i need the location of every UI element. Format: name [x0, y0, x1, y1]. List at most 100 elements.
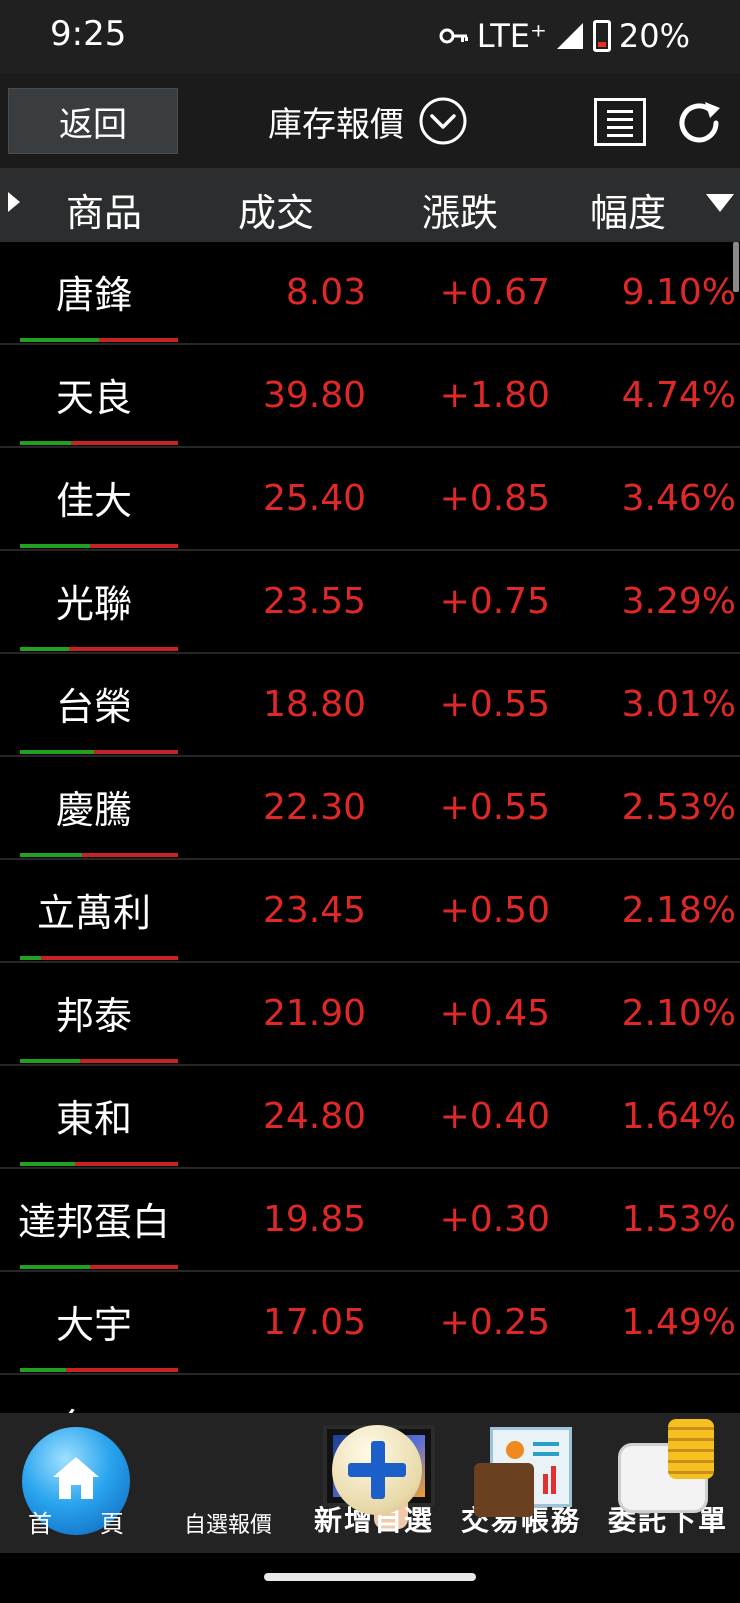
plus-icon[interactable]: [332, 1425, 422, 1515]
quote-row[interactable]: 台一: [0, 1375, 740, 1413]
bar-red-segment: [65, 1368, 178, 1372]
bar-red-segment: [99, 338, 178, 342]
percent-value: 1.64%: [621, 1096, 736, 1137]
percent-value: 4.74%: [621, 375, 736, 416]
bar-green-segment: [20, 647, 69, 651]
quote-row[interactable]: 慶騰 22.30 +0.55 2.53%: [0, 757, 740, 860]
column-header: 商品 成交 漲跌 幅度: [0, 168, 740, 242]
nav-home[interactable]: 首 頁: [0, 1413, 152, 1553]
bar-green-segment: [20, 544, 90, 548]
chevron-down-circle-icon: [419, 97, 467, 145]
col-name[interactable]: 商品: [66, 182, 142, 237]
battery-icon: [592, 20, 611, 52]
bar-green-segment: [20, 1368, 66, 1372]
signal-icon: [556, 23, 583, 49]
stock-name: 光聯: [55, 582, 132, 626]
stock-name: 邦泰: [55, 994, 132, 1038]
bar-green-segment: [20, 750, 95, 754]
quote-row[interactable]: 東和 24.80 +0.40 1.64%: [0, 1066, 740, 1169]
app-header: 返回 庫存報價: [0, 74, 740, 168]
quote-row[interactable]: 光聯 23.55 +0.75 3.29%: [0, 551, 740, 654]
col-percent[interactable]: 幅度: [590, 182, 666, 237]
price-value: 17.05: [262, 1302, 366, 1343]
status-time: 9:25: [50, 14, 127, 54]
bar-red-segment: [75, 1162, 178, 1166]
bid-ask-bar: [20, 956, 178, 960]
quote-row[interactable]: 立萬利 23.45 +0.50 2.18%: [0, 860, 740, 963]
percent-value: 3.46%: [621, 478, 736, 519]
quote-row[interactable]: 達邦蛋白 19.85 +0.30 1.53%: [0, 1169, 740, 1272]
col-change[interactable]: 漲跌: [422, 182, 498, 237]
gesture-area: [0, 1553, 740, 1603]
quote-list[interactable]: 唐鋒 8.03 +0.67 9.10% 天良 39.80 +1.80 4.74% 佳大 25.40…: [0, 242, 740, 1413]
bar-green-segment: [20, 338, 99, 342]
bid-ask-bar: [20, 1265, 178, 1269]
bar-green-segment: [20, 956, 41, 960]
percent-value: 9.10%: [621, 272, 736, 313]
back-button[interactable]: 返回: [8, 88, 178, 154]
percent-value: 1.49%: [621, 1302, 736, 1343]
stock-name: 天良: [55, 376, 132, 420]
stock-name: 達邦蛋白: [17, 1200, 170, 1244]
quote-row[interactable]: 台榮 18.80 +0.55 3.01%: [0, 654, 740, 757]
change-value: +0.75: [439, 581, 550, 622]
quote-row[interactable]: 邦泰 21.90 +0.45 2.10%: [0, 963, 740, 1066]
list-menu-icon[interactable]: [594, 98, 646, 146]
battery-percent: 20%: [618, 17, 690, 55]
col-price[interactable]: 成交: [238, 182, 314, 237]
percent-value: 2.18%: [621, 890, 736, 931]
bar-red-segment: [94, 750, 178, 754]
change-value: +0.85: [439, 478, 550, 519]
stock-name: 大宇: [55, 1303, 132, 1347]
bar-green-segment: [20, 1265, 90, 1269]
quote-row[interactable]: 大宇 17.05 +0.25 1.49%: [0, 1272, 740, 1375]
scrollbar[interactable]: [733, 242, 739, 292]
percent-value: 2.10%: [621, 993, 736, 1034]
bid-ask-bar: [20, 1162, 178, 1166]
bid-ask-bar: [20, 544, 178, 548]
coins-icon: [668, 1419, 714, 1479]
stock-name: 台一: [0, 1397, 188, 1413]
vpn-key-icon: [439, 28, 468, 44]
bar-red-segment: [89, 1265, 178, 1269]
change-value: +0.55: [439, 684, 550, 725]
price-value: 8.03: [285, 272, 366, 313]
bar-green-segment: [20, 1162, 76, 1166]
change-value: +1.80: [439, 375, 550, 416]
bid-ask-bar: [20, 647, 178, 651]
bid-ask-bar: [20, 1059, 178, 1063]
price-value: 22.30: [262, 787, 366, 828]
price-value: 25.40: [262, 478, 366, 519]
bar-green-segment: [20, 853, 82, 857]
price-value: 39.80: [262, 375, 366, 416]
sort-down-icon[interactable]: [706, 194, 734, 212]
home-gesture-bar[interactable]: [264, 1573, 476, 1581]
price-value: 19.85: [262, 1199, 366, 1240]
stock-name: 佳大: [55, 479, 132, 523]
nav-watchlist-label: 自選報價: [183, 1513, 272, 1538]
refresh-icon[interactable]: [672, 96, 726, 150]
title-dropdown[interactable]: 庫存報價: [268, 96, 468, 146]
page-title: 庫存報價: [268, 104, 404, 145]
percent-value: 3.01%: [621, 684, 736, 725]
bar-green-segment: [20, 441, 71, 445]
quote-row[interactable]: 佳大 25.40 +0.85 3.46%: [0, 448, 740, 551]
bid-ask-bar: [20, 441, 178, 445]
network-type: LTE⁺: [476, 17, 547, 55]
quote-row[interactable]: 天良 39.80 +1.80 4.74%: [0, 345, 740, 448]
bar-red-segment: [89, 544, 178, 548]
bid-ask-bar: [20, 338, 178, 342]
nav-home-label: 首 頁: [28, 1510, 124, 1538]
price-value: 23.45: [262, 890, 366, 931]
stock-name: 台榮: [55, 685, 132, 729]
status-bar: 9:25 LTE⁺ 20%: [0, 0, 740, 74]
quote-row[interactable]: 唐鋒 8.03 +0.67 9.10%: [0, 242, 740, 345]
expand-left-icon[interactable]: [8, 192, 20, 212]
percent-value: 1.53%: [621, 1199, 736, 1240]
change-value: +0.30: [439, 1199, 550, 1240]
bid-ask-bar: [20, 1368, 178, 1372]
percent-value: 3.29%: [621, 581, 736, 622]
stock-name: 立萬利: [36, 891, 151, 935]
price-value: 18.80: [262, 684, 366, 725]
nav-watchlist[interactable]: 自選報價: [152, 1413, 435, 1553]
